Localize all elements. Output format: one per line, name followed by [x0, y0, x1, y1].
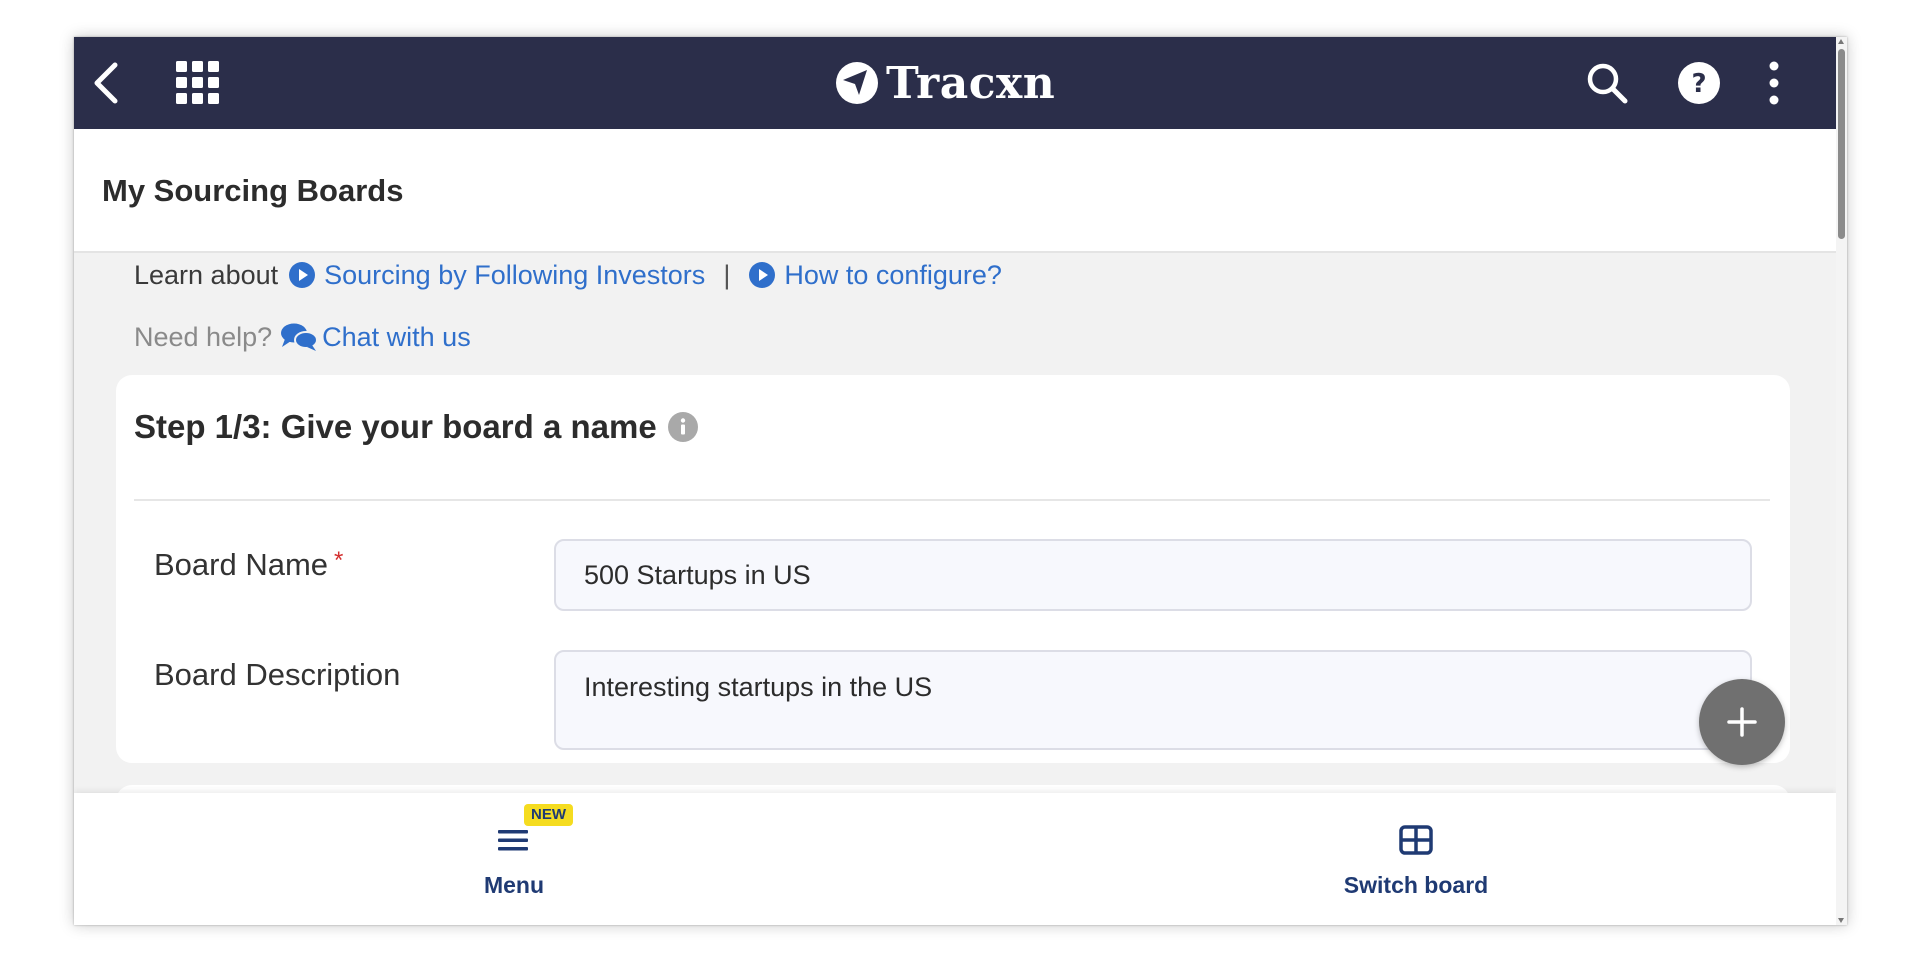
add-fab-button[interactable]	[1699, 679, 1785, 765]
page-title: My Sourcing Boards	[102, 173, 404, 208]
menu-label: Menu	[483, 871, 545, 898]
page-header: My Sourcing Boards	[74, 129, 1836, 253]
switch-board-label: Switch board	[1343, 871, 1489, 898]
tracxn-logo[interactable]: Tracxn	[834, 37, 1055, 129]
chat-with-us-link[interactable]: Chat with us	[280, 322, 471, 353]
chat-with-us-text: Chat with us	[322, 321, 471, 352]
search-button[interactable]	[1579, 37, 1635, 129]
menu-icon-wrap: NEW	[498, 803, 573, 860]
back-button[interactable]	[86, 37, 126, 129]
search-icon	[1587, 63, 1628, 104]
app-window: Tracxn ? My Sourcing Boards Learn about …	[74, 37, 1847, 925]
chevron-left-icon	[94, 62, 118, 104]
step1-title: Step 1/3: Give your board a name	[134, 408, 657, 445]
how-to-configure-text: How to configure?	[784, 259, 1002, 290]
plus-icon	[1727, 707, 1757, 737]
board-description-label: Board Description	[154, 657, 401, 692]
help-button[interactable]: ?	[1671, 37, 1727, 129]
menu-nav-button[interactable]: NEW Menu	[454, 793, 574, 925]
info-icon[interactable]	[667, 411, 699, 443]
scroll-down-arrow-icon[interactable]	[1838, 918, 1844, 923]
board-name-input[interactable]: 500 Startups in US	[554, 539, 1752, 611]
play-circle-icon	[289, 262, 316, 288]
bottom-navigation: NEW Menu Switch board	[74, 793, 1836, 925]
apps-button[interactable]	[170, 37, 226, 129]
how-to-configure-link[interactable]: How to configure?	[748, 260, 1002, 291]
logo-text: Tracxn	[886, 57, 1056, 109]
required-marker: *	[334, 547, 344, 574]
board-name-label-text: Board Name	[154, 547, 329, 582]
board-name-value: 500 Startups in US	[584, 559, 811, 590]
need-help-label: Need help?	[134, 321, 273, 352]
hamburger-menu-icon	[498, 829, 528, 850]
board-description-textarea[interactable]: Interesting startups in the US	[554, 650, 1752, 750]
switch-icon-wrap	[1399, 820, 1433, 860]
learn-about-label: Learn about	[134, 259, 279, 290]
switch-board-nav-button[interactable]: Switch board	[1296, 793, 1536, 925]
apps-grid-icon	[176, 61, 219, 104]
board-description-value: Interesting startups in the US	[584, 672, 933, 702]
sourcing-following-investors-text: Sourcing by Following Investors	[324, 259, 706, 290]
link-separator: |	[723, 259, 731, 290]
board-name-label: Board Name *	[154, 547, 343, 583]
new-badge: NEW	[524, 803, 573, 826]
scroll-up-arrow-icon[interactable]	[1838, 39, 1844, 44]
more-vertical-icon	[1769, 61, 1779, 105]
play-circle-icon	[749, 262, 776, 288]
chat-bubbles-icon	[281, 323, 319, 351]
grid-board-icon	[1399, 824, 1433, 855]
sourcing-following-investors-link[interactable]: Sourcing by Following Investors	[288, 260, 705, 291]
scrollbar-thumb[interactable]	[1838, 49, 1845, 239]
tracxn-logo-icon	[836, 62, 878, 104]
help-icon: ?	[1678, 62, 1720, 104]
need-help-row: Need help? Chat with us	[134, 317, 471, 357]
svg-text:?: ?	[1691, 69, 1706, 99]
vertical-scrollbar[interactable]	[1836, 37, 1847, 925]
more-options-button[interactable]	[1754, 37, 1794, 129]
step1-card: Step 1/3: Give your board a name Board N…	[116, 375, 1790, 763]
step1-title-row: Step 1/3: Give your board a name	[134, 405, 699, 449]
learn-about-row: Learn about Sourcing by Following Invest…	[134, 255, 1002, 295]
card-divider	[134, 499, 1770, 501]
top-bar: Tracxn ?	[74, 37, 1836, 129]
